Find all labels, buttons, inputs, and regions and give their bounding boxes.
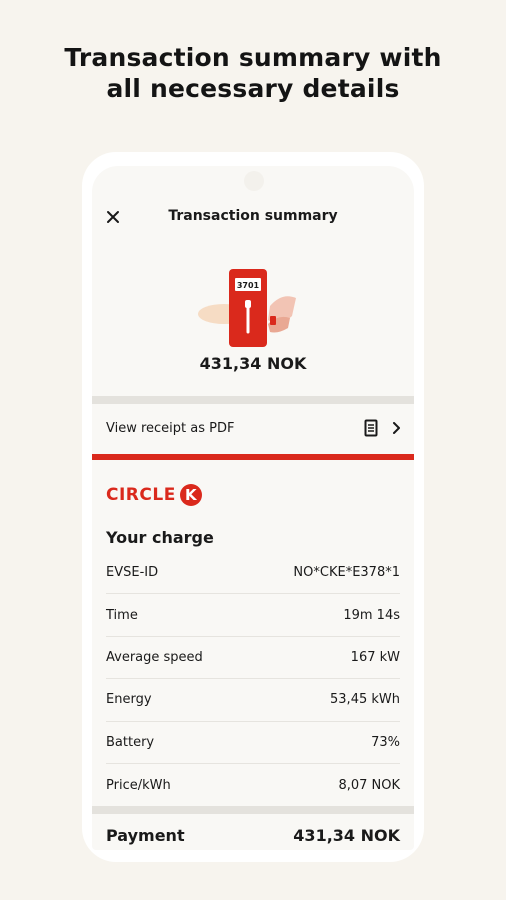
detail-label: Time <box>106 607 138 623</box>
detail-label: Energy <box>106 692 152 708</box>
divider <box>92 396 414 404</box>
chevron-right-icon <box>393 422 400 434</box>
detail-value: 19m 14s <box>343 607 400 623</box>
detail-row-price-per-kwh: Price/kWh 8,07 NOK <box>106 764 400 806</box>
detail-row-battery: Battery 73% <box>106 722 400 764</box>
view-receipt-row[interactable]: View receipt as PDF <box>92 406 414 450</box>
detail-row-time: Time 19m 14s <box>106 594 400 637</box>
app-screen: Transaction summary 3701 431,34 NOK View… <box>92 166 414 850</box>
detail-row-evse-id: EVSE-ID NO*CKE*E378*1 <box>106 552 400 595</box>
camera-notch <box>244 171 264 191</box>
logo-k-mark: K <box>179 484 202 506</box>
detail-value: 8,07 NOK <box>338 777 400 793</box>
detail-value: 167 kW <box>350 649 400 665</box>
detail-label: Average speed <box>106 649 203 665</box>
divider <box>92 806 414 814</box>
charger-illustration: 3701 <box>198 269 296 347</box>
detail-row-average-speed: Average speed 167 kW <box>106 637 400 680</box>
detail-value: 73% <box>371 734 400 750</box>
charger-display-number: 3701 <box>237 281 260 290</box>
headline-line-2: all necessary details <box>106 74 400 103</box>
logo-wordmark: CIRCLE <box>106 485 176 505</box>
detail-label: Price/kWh <box>106 777 171 793</box>
your-charge-heading: Your charge <box>106 528 214 547</box>
charge-details: EVSE-ID NO*CKE*E378*1 Time 19m 14s Avera… <box>106 552 400 806</box>
detail-label: Battery <box>106 734 155 750</box>
view-receipt-label: View receipt as PDF <box>106 420 235 436</box>
payment-value: 431,34 NOK <box>293 826 400 845</box>
brand-stripe <box>92 454 414 460</box>
receipt-document-icon <box>364 419 378 437</box>
detail-row-energy: Energy 53,45 kWh <box>106 679 400 722</box>
detail-value: NO*CKE*E378*1 <box>293 565 400 581</box>
top-bar: Transaction summary <box>92 202 414 232</box>
transaction-amount: 431,34 NOK <box>199 354 307 373</box>
headline-line-1: Transaction summary with <box>64 43 442 72</box>
detail-label: EVSE-ID <box>106 565 159 581</box>
screen-title: Transaction summary <box>168 208 338 224</box>
payment-label: Payment <box>106 826 185 845</box>
headline: Transaction summary with all necessary d… <box>0 42 506 104</box>
payment-row: Payment 431,34 NOK <box>106 826 400 845</box>
phone-frame: Transaction summary 3701 431,34 NOK View… <box>82 152 424 862</box>
circle-k-logo: CIRCLE K <box>106 484 202 506</box>
detail-value: 53,45 kWh <box>330 692 400 708</box>
